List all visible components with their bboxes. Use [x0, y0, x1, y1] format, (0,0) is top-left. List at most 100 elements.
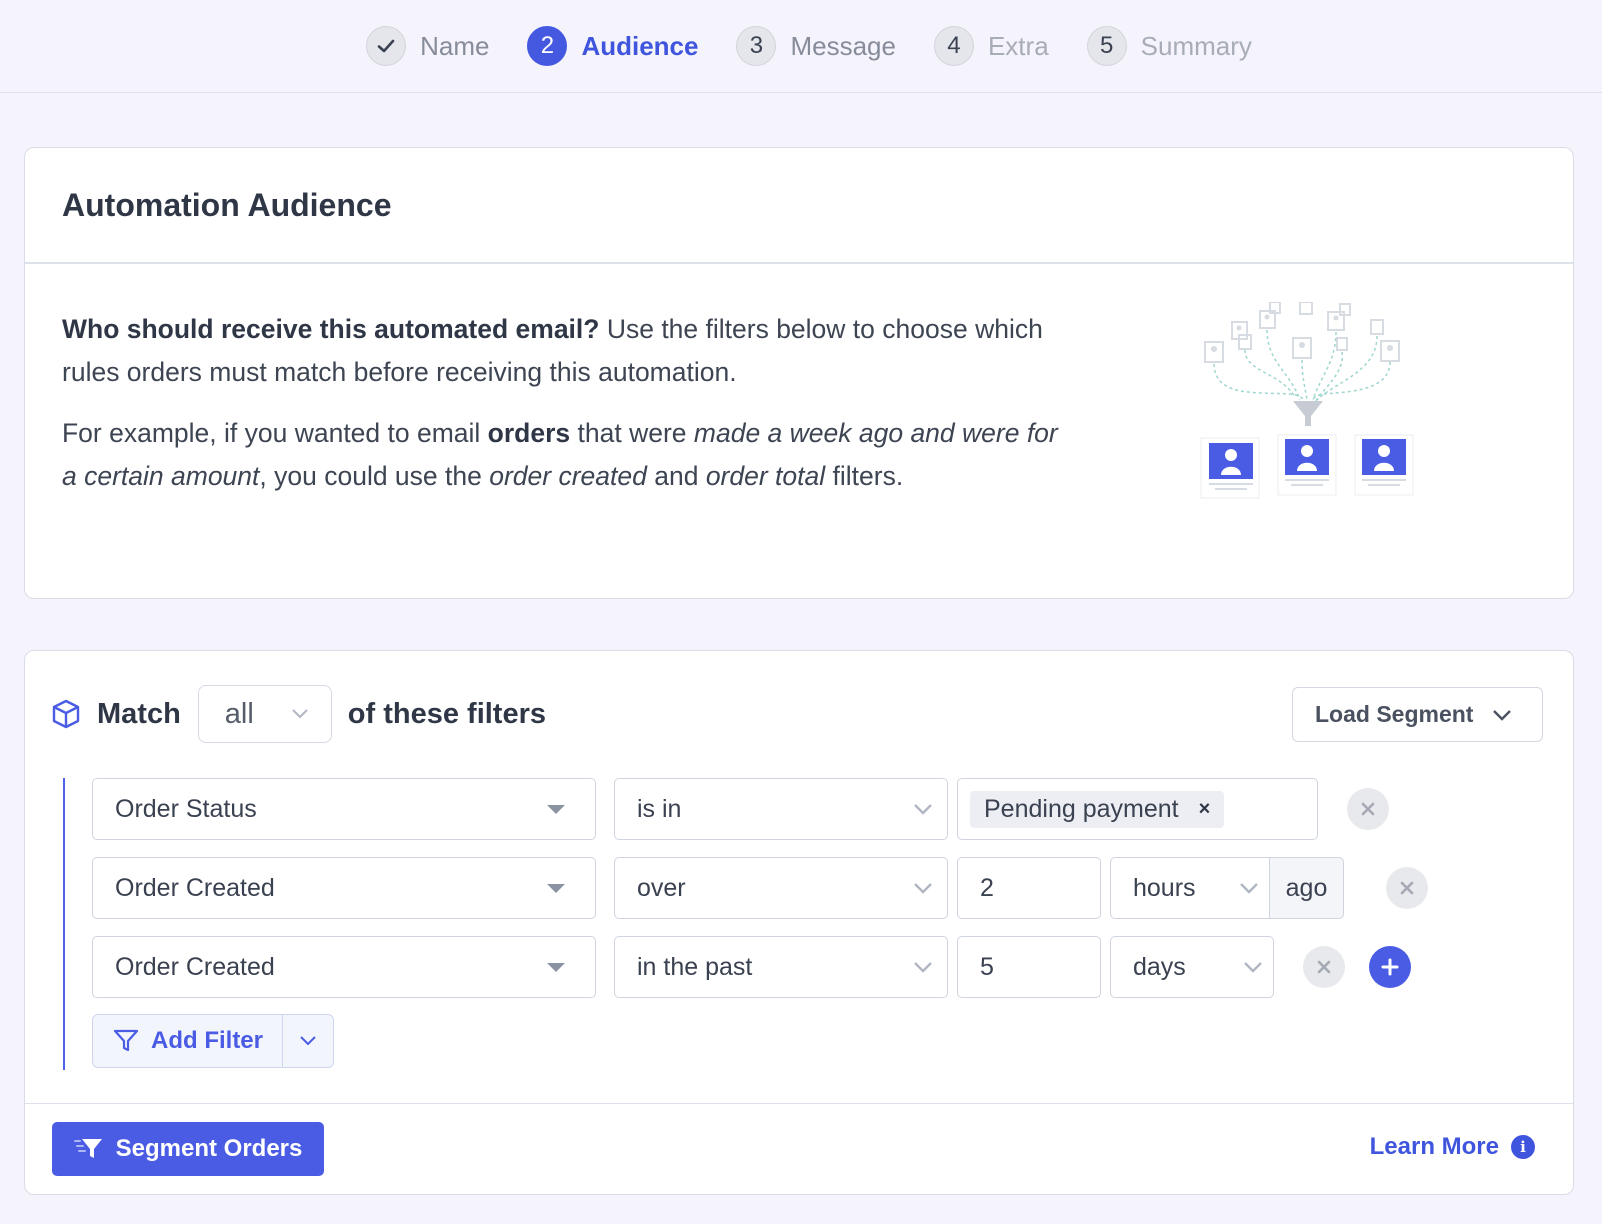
step-label: Audience [581, 30, 699, 61]
caret-down-icon [547, 963, 565, 972]
load-segment-button[interactable]: Load Segment [1292, 687, 1543, 742]
value-tag: Pending payment × [970, 790, 1225, 828]
example-text: , you could use the [259, 461, 490, 491]
filter-suffix: ago [1269, 857, 1344, 919]
cube-icon [52, 699, 80, 729]
filter-field-value: Order Created [115, 873, 275, 902]
card-title: Automation Audience [62, 186, 392, 223]
example-paragraph: For example, if you wanted to email orde… [62, 412, 1072, 498]
step-label: Extra [987, 30, 1049, 61]
step-extra[interactable]: 4 Extra [933, 26, 1049, 66]
chevron-down-icon [292, 709, 308, 719]
example-italic: order created [489, 461, 647, 491]
match-mode-select[interactable]: all [197, 685, 332, 743]
match-label: Match [97, 697, 181, 730]
example-text: For example, if you wanted to email [62, 418, 488, 448]
add-filter-dropdown[interactable] [283, 1035, 333, 1047]
filter-unit-select[interactable]: hours [1110, 857, 1270, 919]
filter-field-select[interactable]: Order Created [92, 857, 596, 919]
example-bold: orders [487, 418, 571, 448]
remove-filter-button[interactable] [1386, 867, 1428, 909]
learn-more-label: Learn More [1369, 1133, 1499, 1160]
filter-unit-value: hours [1133, 873, 1196, 902]
filter-field-value: Order Status [115, 794, 257, 823]
chevron-down-icon [914, 804, 932, 815]
add-filter-button[interactable]: Add Filter [92, 1014, 334, 1068]
chevron-down-icon [300, 1036, 316, 1046]
filter-amount-input[interactable]: 5 [957, 936, 1101, 998]
remove-filter-button[interactable] [1347, 788, 1389, 830]
intro-paragraph: Who should receive this automated email?… [62, 308, 1072, 394]
recipient-cards [1200, 434, 1414, 499]
step-label: Name [420, 30, 490, 61]
filter-operator-select[interactable]: in the past [614, 936, 948, 998]
close-icon [1400, 881, 1414, 895]
match-mode-value: all [224, 697, 254, 730]
example-italic: order total [705, 461, 826, 491]
wizard-stepper: Name 2 Audience 3 Message 4 Extra 5 Summ… [0, 0, 1602, 93]
chevron-down-icon [1240, 883, 1258, 894]
step-label: Message [790, 30, 896, 61]
caret-down-icon [547, 884, 565, 893]
add-condition-button[interactable] [1369, 946, 1411, 988]
segment-orders-label: Segment Orders [115, 1135, 303, 1162]
intro-text: Who should receive this automated email?… [62, 308, 1072, 498]
step-number: 2 [527, 26, 568, 66]
filter-suffix-text: ago [1285, 873, 1328, 902]
filter-amount-value: 5 [980, 952, 994, 981]
filter-field-value: Order Created [115, 952, 275, 981]
add-filter-main[interactable]: Add Filter [93, 1015, 283, 1067]
filter-field-select[interactable]: Order Status [92, 778, 596, 840]
filters-card: Match all of these filters Load Segment … [24, 650, 1574, 1195]
filter-amount-value: 2 [980, 873, 994, 902]
match-row: Match all of these filters Load Segment [49, 685, 1543, 743]
filters-footer: Segment Orders Learn More i [25, 1103, 1573, 1194]
step-audience[interactable]: 2 Audience [527, 26, 698, 66]
filter-operator-select[interactable]: is in [614, 778, 948, 840]
tag-remove-icon[interactable]: × [1199, 798, 1211, 821]
filter-amount-input[interactable]: 2 [957, 857, 1101, 919]
automation-audience-card: Automation Audience Who should receive t… [24, 147, 1574, 599]
segment-orders-button[interactable]: Segment Orders [52, 1122, 324, 1176]
info-icon: i [1511, 1135, 1535, 1159]
filter-unit-value: days [1133, 952, 1186, 981]
chevron-down-icon [914, 962, 932, 973]
close-icon [1317, 960, 1331, 974]
step-message[interactable]: 3 Message [736, 26, 896, 66]
chevron-down-icon [914, 883, 932, 894]
intro-question: Who should receive this automated email? [62, 314, 600, 344]
filter-value-multiselect[interactable]: Pending payment × [957, 778, 1318, 840]
step-number: 5 [1086, 26, 1127, 66]
step-label: Summary [1140, 30, 1252, 61]
plus-icon [1381, 958, 1399, 976]
caret-down-icon [547, 805, 565, 814]
filter-operator-value: over [637, 873, 686, 902]
filter-operator-value: in the past [637, 952, 753, 981]
filter-group: Order Status is in Pending payment × Ord… [63, 778, 1513, 1070]
step-summary[interactable]: 5 Summary [1086, 26, 1252, 66]
card-header: Automation Audience [25, 148, 1573, 264]
step-name[interactable]: Name [366, 26, 489, 66]
example-text: that were [570, 418, 694, 448]
chevron-down-icon [1244, 962, 1262, 973]
filter-field-select[interactable]: Order Created [92, 936, 596, 998]
filter-unit-select[interactable]: days [1110, 936, 1274, 998]
filter-operator-select[interactable]: over [614, 857, 948, 919]
step-number: 4 [933, 26, 974, 66]
filter-icon [113, 1029, 139, 1052]
step-number: 3 [736, 26, 777, 66]
remove-filter-button[interactable] [1303, 946, 1345, 988]
audience-funnel-illustration [1200, 302, 1414, 499]
checkmark-icon [366, 26, 407, 66]
example-text: and [646, 461, 706, 491]
tag-label: Pending payment [984, 794, 1179, 823]
segment-filter-icon [73, 1139, 102, 1158]
example-text: filters. [825, 461, 904, 491]
add-filter-label: Add Filter [151, 1027, 263, 1054]
close-icon [1361, 802, 1375, 816]
load-segment-label: Load Segment [1315, 701, 1474, 727]
match-suffix: of these filters [347, 697, 547, 730]
chevron-down-icon [1493, 710, 1511, 721]
learn-more-link[interactable]: Learn More i [1370, 1133, 1535, 1161]
filter-operator-value: is in [637, 794, 682, 823]
